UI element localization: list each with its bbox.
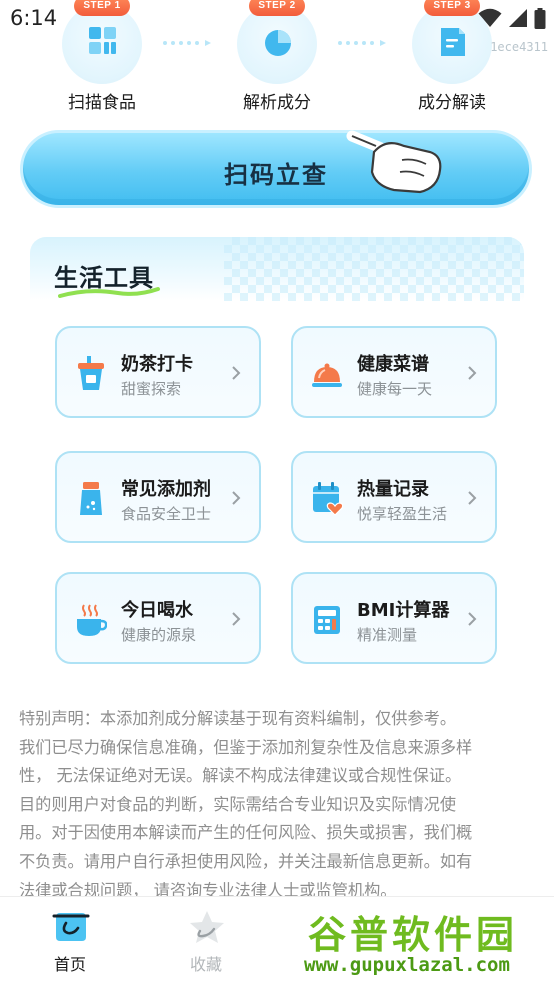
disclaimer-line: 用。对于因使用本解读而产生的任何风险、损失或损害，我们概 [19, 823, 473, 843]
watermark-logo: 谷普软件园 [308, 913, 519, 957]
tool-card-bmi-calculator[interactable]: BMI计算器 精准测量 [291, 572, 497, 664]
tab-home[interactable]: 首页 [10, 897, 130, 984]
watermark-url: www.gupuxlazal.com [304, 954, 510, 976]
step-label: 解析成分 [243, 93, 311, 113]
card-subtitle: 甜蜜探索 [121, 380, 182, 398]
card-subtitle: 食品安全卫士 [121, 505, 212, 523]
grid-scan-icon [89, 27, 116, 54]
tab-label: 收藏 [189, 955, 222, 974]
pointing-hand-icon [346, 130, 442, 194]
disclaimer-line: 特别声明：本添加剂成分解读基于现有资料编制，仅供参考。 [19, 709, 457, 728]
scan-button-label: 扫码立查 [224, 161, 328, 189]
step-scan-food: STEP 1 扫描食品 [32, 0, 172, 120]
scan-button[interactable]: 扫码立查 [20, 130, 532, 208]
tool-card-healthy-recipe[interactable]: 健康菜谱 健康每一天 [291, 326, 497, 418]
step-parse-ingredients: STEP 2 解析成分 [207, 0, 347, 120]
chevron-right-icon [468, 612, 477, 626]
step-read-ingredients: STEP 3 成分解读 [382, 0, 522, 120]
additive-bottle-icon [80, 482, 102, 515]
tab-label: 首页 [53, 955, 86, 974]
milk-tea-icon [78, 356, 104, 390]
chevron-right-icon [232, 366, 241, 380]
scan-section: 扫码立查 [20, 130, 534, 210]
card-subtitle: 健康的源泉 [121, 626, 197, 644]
tool-card-common-additives[interactable]: 常见添加剂 食品安全卫士 [55, 451, 261, 543]
card-title: 奶茶打卡 [121, 354, 193, 375]
card-title: 今日喝水 [121, 600, 193, 621]
tool-card-calorie-record[interactable]: 热量记录 悦享轻盈生活 [291, 451, 497, 543]
disclaimer-line: 我们已尽力确保信息准确，但鉴于添加剂复杂性及信息来源多样 [19, 737, 473, 757]
calendar-heart-icon [313, 482, 343, 516]
site-watermark: 谷普软件园 www.gupuxlazal.com [300, 904, 554, 984]
chevron-right-icon [232, 612, 241, 626]
document-icon [441, 28, 465, 56]
step-badge: STEP 2 [249, 0, 305, 16]
disclaimer-line: 目的则用户对食品的判断，实际需结合专业知识及实际情况使 [19, 794, 457, 814]
food-cloche-icon [312, 363, 342, 387]
tool-card-drink-water[interactable]: 今日喝水 健康的源泉 [55, 572, 261, 664]
chevron-right-icon [468, 491, 477, 505]
disclaimer-line: 性， 无法保证绝对无误。解读不构成法律建议或合规性保证。 [19, 766, 462, 786]
build-id: 1ece4311 [490, 40, 548, 54]
home-icon [52, 913, 90, 941]
step-badge: STEP 1 [74, 0, 130, 16]
pie-chart-icon [265, 30, 291, 56]
card-subtitle: 健康每一天 [357, 380, 433, 398]
star-icon [190, 911, 224, 943]
card-title: 健康菜谱 [357, 354, 429, 375]
card-subtitle: 悦享轻盈生活 [357, 505, 448, 523]
chevron-right-icon [232, 491, 241, 505]
tab-favorites[interactable]: 收藏 [146, 897, 266, 984]
step-label: 成分解读 [418, 93, 486, 113]
calculator-icon [314, 606, 340, 634]
tool-card-milk-tea[interactable]: 奶茶打卡 甜蜜探索 [55, 326, 261, 418]
step-badge: STEP 3 [424, 0, 480, 16]
tools-title-underline [58, 287, 160, 298]
chevron-right-icon [468, 366, 477, 380]
disclaimer-text: 特别声明：本添加剂成分解读基于现有资料编制，仅供参考。 我们已尽力确保信息准确，… [19, 705, 541, 905]
step-label: 扫描食品 [68, 93, 136, 113]
checker-pattern [224, 237, 524, 301]
card-title: 热量记录 [357, 479, 429, 500]
hot-cup-icon [77, 604, 107, 636]
card-title: 常见添加剂 [121, 479, 211, 500]
card-title: BMI计算器 [357, 600, 450, 621]
steps-guide: STEP 1 扫描食品 STEP 2 解析成分 STEP 3 成分解读 [0, 0, 554, 120]
disclaimer-line: 不负责。请用户自行承担使用风险，并关注最新信息更新。如有 [19, 851, 473, 871]
card-subtitle: 精准测量 [357, 626, 418, 644]
